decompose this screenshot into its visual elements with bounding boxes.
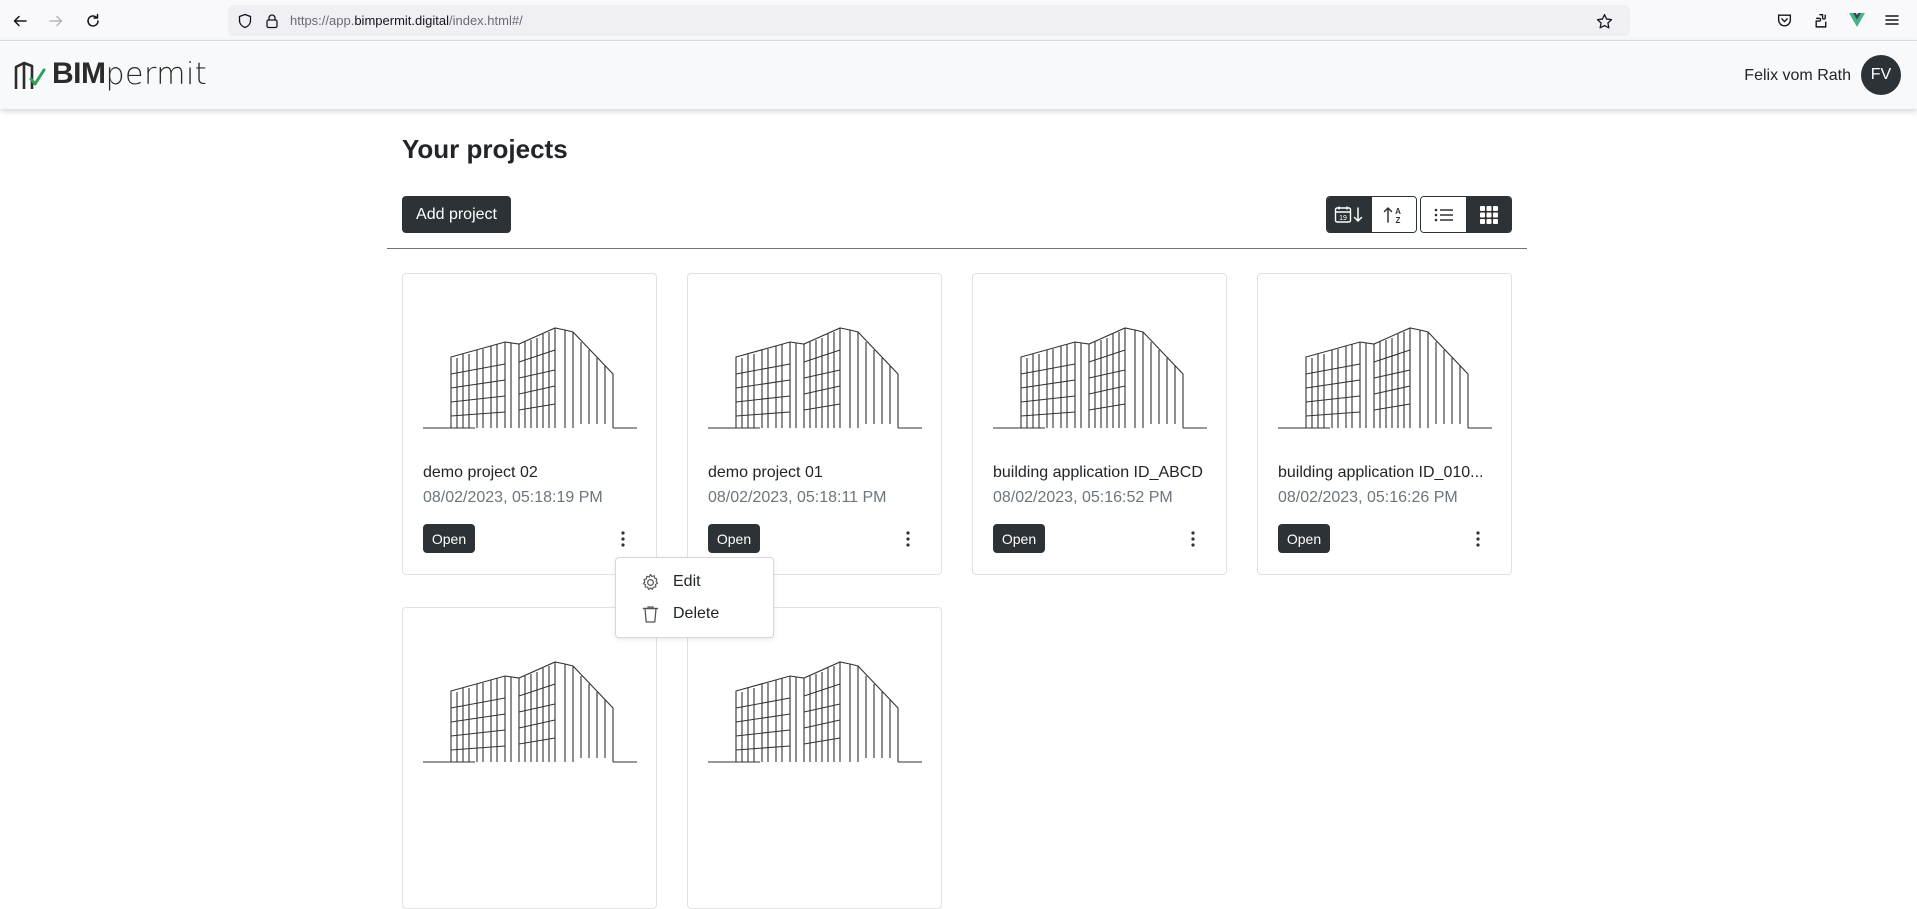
- edit-label: Edit: [673, 573, 701, 590]
- url-path: /index.html#/: [448, 13, 523, 28]
- shield-icon[interactable]: [236, 12, 254, 30]
- project-name: building application ID_ABCD: [993, 464, 1203, 481]
- back-icon: [13, 15, 27, 27]
- project-date: 08/02/2023, 05:18:11 PM: [708, 489, 887, 506]
- list-view-icon: [1434, 208, 1453, 221]
- vue-devtools-icon[interactable]: [1847, 10, 1867, 30]
- more-options-button[interactable]: [611, 524, 635, 553]
- logo-building-icon: [14, 61, 46, 89]
- logo-text-bim: BIM: [52, 57, 106, 90]
- extensions-icon[interactable]: [1811, 10, 1831, 30]
- project-card: [687, 607, 942, 909]
- reload-icon: [87, 13, 99, 27]
- url-domain: bimpermit.digital: [354, 13, 449, 28]
- view-button-group: [1420, 196, 1512, 233]
- delete-label: Delete: [673, 605, 720, 622]
- more-vertical-icon: [1476, 530, 1480, 547]
- calendar-sort-icon: 19: [1335, 206, 1363, 223]
- gear-icon: [640, 572, 660, 592]
- bookmark-star-icon[interactable]: [1595, 12, 1613, 30]
- trash-icon: [640, 604, 660, 624]
- forward-icon: [49, 15, 63, 27]
- sort-alpha-icon: A Z: [1383, 206, 1401, 225]
- more-vertical-icon: [906, 530, 910, 547]
- add-project-button[interactable]: Add project: [402, 196, 511, 233]
- project-card: [402, 607, 657, 909]
- open-project-button[interactable]: Open: [993, 524, 1045, 553]
- svg-text:19: 19: [1339, 215, 1347, 222]
- building-thumbnail: [1278, 327, 1492, 429]
- list-view-button[interactable]: [1421, 197, 1466, 232]
- back-button[interactable]: [7, 8, 33, 34]
- grid-view-icon: [1479, 205, 1498, 224]
- project-date: 08/02/2023, 05:16:26 PM: [1278, 489, 1458, 506]
- more-options-button[interactable]: [1181, 524, 1205, 553]
- building-thumbnail: [993, 327, 1207, 429]
- project-date: 08/02/2023, 05:16:52 PM: [993, 489, 1173, 506]
- project-card: building application ID_ABCD 08/02/2023,…: [972, 273, 1227, 575]
- user-name[interactable]: Felix vom Rath: [1744, 67, 1851, 85]
- project-name: building application ID_010...: [1278, 464, 1484, 481]
- svg-text:A: A: [1395, 207, 1401, 216]
- more-options-button[interactable]: [896, 524, 920, 553]
- more-options-button[interactable]: [1466, 524, 1490, 553]
- project-card: building application ID_010... 08/02/202…: [1257, 273, 1512, 575]
- open-project-button[interactable]: Open: [708, 524, 760, 553]
- browser-toolbar: https://app.bimpermit.digital/index.html…: [0, 0, 1917, 41]
- toolbar-divider: [387, 248, 1527, 249]
- reload-button[interactable]: [80, 8, 106, 34]
- open-project-button[interactable]: Open: [423, 524, 475, 553]
- building-thumbnail: [708, 661, 922, 763]
- menu-icon[interactable]: [1882, 10, 1902, 30]
- bimpermit-logo[interactable]: BIM permit: [14, 56, 207, 92]
- page-title: Your projects: [402, 134, 568, 164]
- edit-menu-item[interactable]: Edit: [640, 570, 701, 594]
- grid-view-button[interactable]: [1466, 197, 1511, 232]
- project-card: demo project 02 08/02/2023, 05:18:19 PM …: [402, 273, 657, 575]
- open-project-button[interactable]: Open: [1278, 524, 1330, 553]
- more-vertical-icon: [621, 530, 625, 547]
- project-date: 08/02/2023, 05:18:19 PM: [423, 489, 603, 506]
- sort-by-date-button[interactable]: 19: [1327, 197, 1372, 232]
- delete-menu-item[interactable]: Delete: [640, 602, 719, 626]
- sort-button-group: 19 A Z: [1326, 196, 1417, 233]
- url-prefix: https://app.: [290, 13, 355, 28]
- url-bar[interactable]: https://app.bimpermit.digital/index.html…: [228, 5, 1630, 36]
- app-header: BIM permit Felix vom Rath FV: [0, 41, 1917, 109]
- avatar[interactable]: FV: [1861, 55, 1901, 95]
- svg-text:Z: Z: [1395, 216, 1400, 225]
- building-thumbnail: [423, 661, 637, 763]
- pocket-icon[interactable]: [1774, 10, 1794, 30]
- logo-text-permit: permit: [105, 56, 208, 92]
- url-text[interactable]: https://app.bimpermit.digital/index.html…: [290, 13, 523, 28]
- project-card: demo project 01 08/02/2023, 05:18:11 PM …: [687, 273, 942, 575]
- lock-icon[interactable]: [263, 12, 281, 30]
- project-name: demo project 02: [423, 464, 538, 481]
- sort-alpha-button[interactable]: A Z: [1371, 197, 1416, 232]
- building-thumbnail: [423, 327, 637, 429]
- more-vertical-icon: [1191, 530, 1195, 547]
- forward-button[interactable]: [43, 8, 69, 34]
- project-name: demo project 01: [708, 464, 823, 481]
- building-thumbnail: [708, 327, 922, 429]
- project-context-menu: Edit Delete: [615, 557, 774, 638]
